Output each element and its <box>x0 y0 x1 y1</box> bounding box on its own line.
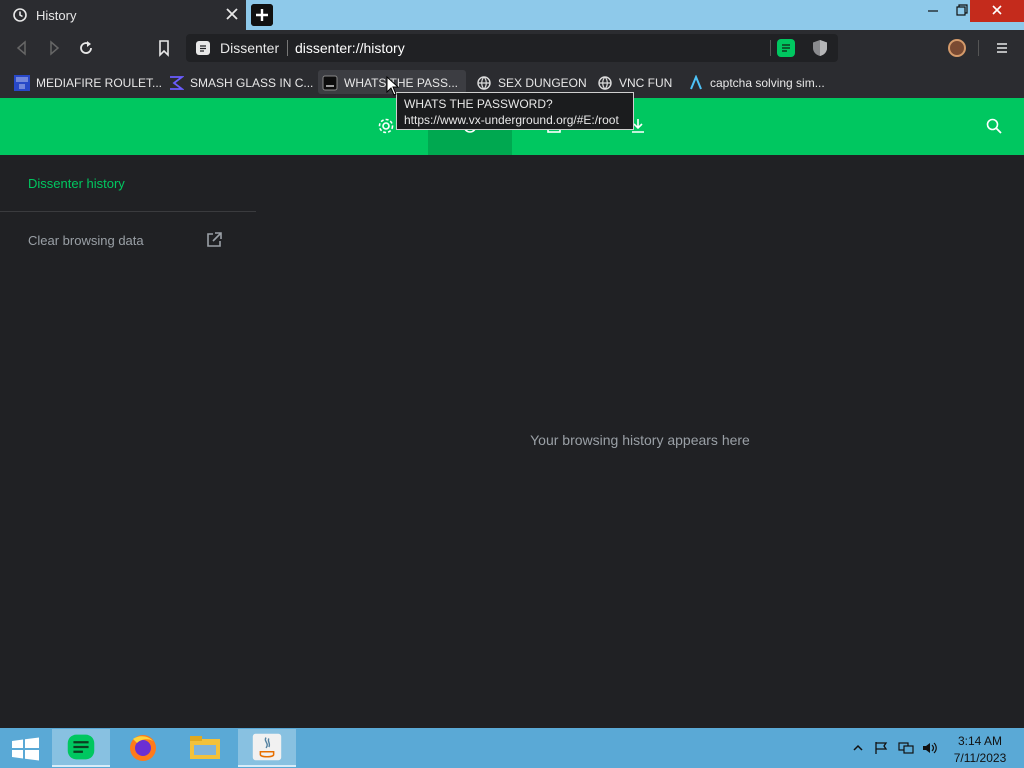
network-icon[interactable] <box>898 741 914 755</box>
omnibox-divider <box>287 40 288 56</box>
bookmark-item[interactable]: SMASH GLASS IN C... <box>164 70 314 94</box>
toolbar-divider <box>978 40 979 56</box>
bookmark-item[interactable]: SEX DUNGEON <box>472 70 588 94</box>
tooltip-title: WHATS THE PASSWORD? <box>404 97 553 111</box>
globe-icon <box>598 76 612 90</box>
file-explorer-icon[interactable] <box>176 729 234 767</box>
close-tab-icon[interactable] <box>224 6 240 22</box>
tab-history[interactable]: History <box>0 0 246 30</box>
mouse-cursor-icon <box>386 76 400 96</box>
back-icon[interactable] <box>13 39 31 57</box>
sidebar-item-history[interactable]: Dissenter history <box>28 176 125 191</box>
clock-time[interactable]: 3:14 AM <box>946 734 1014 748</box>
bookmark-label: captcha solving sim... <box>710 76 825 90</box>
settings-icon[interactable] <box>377 117 395 135</box>
profile-avatar[interactable] <box>948 39 966 57</box>
close-window-button[interactable] <box>970 0 1024 22</box>
shield-icon[interactable] <box>812 39 828 57</box>
minimize-button[interactable] <box>920 0 946 22</box>
smash-glass-icon <box>170 76 184 90</box>
browser-titlebar: History <box>0 0 1024 30</box>
terminal-icon <box>322 75 338 91</box>
bookmark-icon[interactable] <box>155 39 173 57</box>
url-text[interactable]: dissenter://history <box>295 40 405 56</box>
action-center-flag-icon[interactable] <box>874 741 890 755</box>
bookmark-tooltip: WHATS THE PASSWORD? https://www.vx-under… <box>396 92 634 130</box>
bookmark-label: MEDIAFIRE ROULET... <box>36 76 163 90</box>
mediafire-icon <box>14 75 30 91</box>
tab-title: History <box>36 8 77 23</box>
menu-icon[interactable] <box>993 39 1011 57</box>
new-tab-button[interactable] <box>251 4 273 26</box>
history-icon <box>13 8 27 22</box>
bookmark-label: WHATS THE PASS... <box>344 76 459 90</box>
globe-icon <box>477 76 491 90</box>
bookmark-item[interactable]: VNC FUN <box>593 70 679 94</box>
forward-icon[interactable] <box>45 39 63 57</box>
clock-date[interactable]: 7/11/2023 <box>946 751 1014 765</box>
dissenter-site-icon <box>196 41 210 55</box>
reload-icon[interactable] <box>77 39 95 57</box>
bookmark-item[interactable]: captcha solving sim... <box>684 70 832 94</box>
bookmark-label: SMASH GLASS IN C... <box>190 76 314 90</box>
site-name: Dissenter <box>220 40 280 56</box>
firefox-icon[interactable] <box>114 729 172 767</box>
captcha-icon <box>690 75 702 90</box>
external-link-icon[interactable] <box>205 231 223 249</box>
bookmark-item[interactable]: MEDIAFIRE ROULET... <box>10 70 163 94</box>
sidebar-item-clear-data[interactable]: Clear browsing data <box>28 233 144 248</box>
windows-taskbar: 3:14 AM 7/11/2023 <box>0 728 1024 768</box>
search-icon[interactable] <box>985 117 1003 135</box>
browser-toolbar: Dissenter dissenter://history <box>0 30 1024 66</box>
java-icon[interactable] <box>238 729 296 767</box>
show-hidden-icons-icon[interactable] <box>850 741 866 755</box>
omnibox-divider <box>770 40 771 56</box>
bookmark-label: VNC FUN <box>619 76 673 90</box>
bookmark-label: SEX DUNGEON <box>498 76 587 90</box>
dissenter-extension-icon[interactable] <box>777 39 795 57</box>
history-sidebar: Dissenter history Clear browsing data <box>0 155 256 728</box>
windows-start-icon[interactable] <box>0 729 50 767</box>
sidebar-divider <box>0 211 256 212</box>
tooltip-url: https://www.vx-underground.org/#E:/root <box>404 113 619 127</box>
empty-history-message: Your browsing history appears here <box>530 432 750 448</box>
dissenter-app-icon[interactable] <box>52 729 110 767</box>
address-bar[interactable]: Dissenter dissenter://history <box>186 34 838 62</box>
volume-icon[interactable] <box>922 741 938 755</box>
